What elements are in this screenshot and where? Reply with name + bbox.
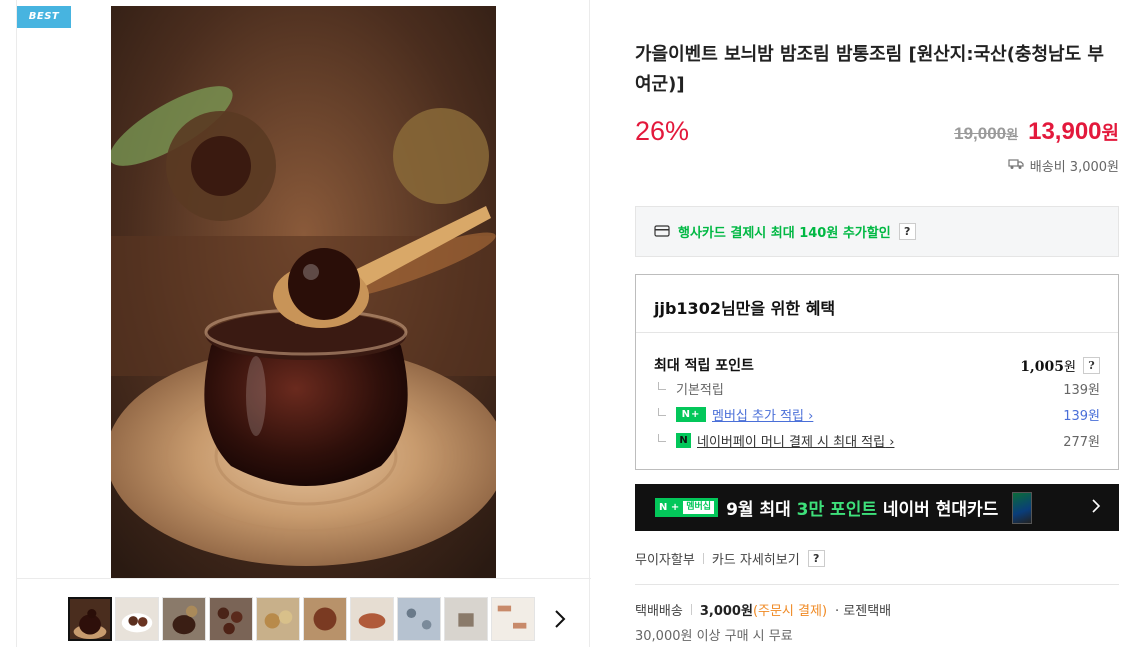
installment-divider: [635, 584, 1119, 585]
membership-points-link[interactable]: 멤버십 추가 적립 ›: [712, 405, 813, 424]
basic-points-row: 기본적립 139원: [654, 379, 1100, 398]
thumbnail-1[interactable]: [68, 597, 112, 641]
product-gallery: BEST: [16, 0, 591, 647]
delivery-type: 택배배송: [635, 604, 683, 619]
sale-price: 13,900원: [1028, 118, 1119, 145]
best-badge: BEST: [17, 6, 71, 28]
delivery-carrier: · 로젠택배: [835, 604, 892, 619]
promo-text: 9월 최대 3만 포인트 네이버 현대카드: [726, 500, 999, 520]
original-price: 19,000원: [954, 124, 1019, 143]
discount-rate: 26%: [635, 116, 690, 146]
credit-card-icon: [654, 222, 670, 241]
free-shipping-condition: 30,000원 이상 구매 시 무료: [635, 629, 793, 644]
thumbnail-4[interactable]: [209, 597, 253, 641]
naver-plus-membership-icon: N+: [676, 407, 706, 422]
naver-hyundai-card-icon: [1012, 491, 1033, 524]
thumbnail-9[interactable]: [444, 597, 488, 641]
thumbnail-list: [68, 597, 535, 641]
thumbnail-10[interactable]: [491, 597, 535, 641]
card-detail-help-button[interactable]: ?: [807, 550, 825, 567]
price-row: 19,000원 13,900원: [954, 118, 1119, 146]
delivery-row: 택배배송 3,000원(주문시 결제) · 로젠택배: [635, 600, 891, 619]
card-discount-help-button[interactable]: ?: [898, 223, 916, 240]
max-points-help-button[interactable]: ?: [1083, 356, 1100, 374]
chestnut-jar-photo: [111, 6, 496, 578]
thumbnail-5[interactable]: [256, 597, 300, 641]
naver-plus-membership-badge: N + 멤버십: [655, 498, 719, 517]
product-title: 가을이벤트 보늬밤 밤조림 밤통조림 [원산지:국산(충청남도 부여군)]: [635, 44, 1104, 95]
thumbnail-8[interactable]: [397, 597, 441, 641]
card-discount-box: 행사카드 결제시 최대 140원 추가할인 ?: [635, 206, 1119, 257]
naver-pay-icon: N: [676, 433, 691, 448]
max-points-row: 최대 적립 포인트 1,005원 ?: [654, 355, 1100, 375]
benefit-title: jjb1302님만을 위한 혜택: [654, 299, 836, 318]
benefit-divider: [636, 332, 1118, 333]
truck-icon: [1008, 158, 1024, 174]
shipping-fee: 배송비 3,000원: [1008, 156, 1119, 175]
member-benefit-box: jjb1302님만을 위한 혜택 최대 적립 포인트 1,005원 ? 기본적립…: [635, 274, 1119, 470]
npay-points-link[interactable]: 네이버페이 머니 결제 시 최대 적립 ›: [697, 431, 894, 450]
main-product-image[interactable]: [111, 6, 496, 578]
naver-hyundai-card-promo-banner[interactable]: N + 멤버십 9월 최대 3만 포인트 네이버 현대카드: [635, 484, 1119, 531]
card-detail-link[interactable]: 카드 자세히보기: [712, 549, 800, 568]
thumbnail-2[interactable]: [115, 597, 159, 641]
thumbnail-7[interactable]: [350, 597, 394, 641]
thumbnail-3[interactable]: [162, 597, 206, 641]
thumbnail-next-chevron-right-icon[interactable]: [549, 607, 571, 631]
chevron-right-icon: [1091, 498, 1101, 518]
npay-points-row: N 네이버페이 머니 결제 시 최대 적립 › 277원: [654, 431, 1100, 450]
membership-points-row: N+ 멤버십 추가 적립 › 139원: [654, 405, 1100, 424]
delivery-price: 3,000원(주문시 결제): [699, 604, 828, 619]
card-discount-text: 행사카드 결제시 최대 140원 추가할인: [678, 226, 891, 241]
installment-label: 무이자할부: [635, 553, 695, 568]
installment-row: 무이자할부 카드 자세히보기 ?: [635, 549, 825, 568]
thumbnail-strip: [17, 578, 591, 647]
thumbnail-6[interactable]: [303, 597, 347, 641]
max-points-value: 1,005원: [1020, 358, 1076, 375]
